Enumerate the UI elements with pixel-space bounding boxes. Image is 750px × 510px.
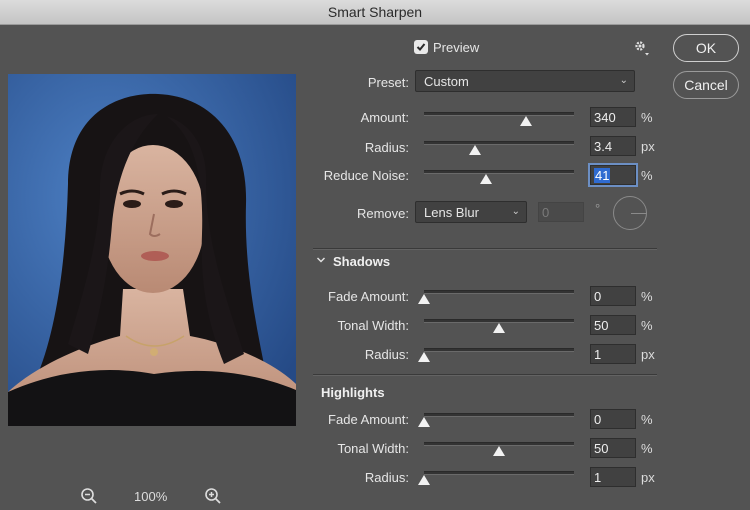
highlights-radius-slider-track[interactable] [424, 471, 574, 475]
shadows-tonal-width-unit: % [641, 318, 653, 333]
reduce-noise-slider-track[interactable] [424, 170, 574, 174]
shadows-tonal-width-label: Tonal Width: [337, 318, 409, 333]
shadows-radius-label: Radius: [364, 347, 409, 362]
chevron-down-icon[interactable] [316, 255, 326, 265]
zoom-out-icon[interactable] [80, 487, 98, 505]
radius-slider-track[interactable] [424, 141, 574, 145]
amount-slider-track[interactable] [424, 112, 574, 116]
highlights-fade-amount-slider-track[interactable] [424, 413, 574, 417]
radius-field[interactable]: 3.4 [590, 136, 636, 156]
zoom-controls: 100% [80, 487, 230, 507]
radius-value: 3.4 [594, 138, 613, 154]
preview-checkbox[interactable] [414, 40, 428, 54]
highlights-tonal-width-field[interactable]: 50 [590, 438, 636, 458]
highlights-fade-amount-slider-thumb[interactable] [418, 417, 430, 427]
divider [313, 374, 657, 376]
shadows-fade-amount-label: Fade Amount: [328, 289, 409, 304]
cancel-button[interactable]: Cancel [673, 71, 739, 99]
portrait-photo [8, 74, 296, 426]
shadows-radius-slider-thumb[interactable] [418, 352, 430, 362]
reduce-noise-field[interactable]: 41 [590, 165, 636, 185]
remove-value: Lens Blur [424, 204, 479, 220]
preset-select[interactable]: Custom ⌄ [415, 70, 635, 92]
chevron-down-icon: ⌄ [511, 206, 520, 217]
shadows-fade-amount-unit: % [641, 289, 653, 304]
shadows-radius-value: 1 [594, 346, 602, 362]
highlights-radius-unit: px [641, 470, 655, 485]
ok-button[interactable]: OK [673, 34, 739, 62]
remove-label: Remove: [356, 206, 409, 221]
reduce-noise-value: 41 [594, 167, 611, 183]
shadows-tonal-width-value: 50 [594, 317, 609, 333]
preview-label[interactable]: Preview [433, 40, 479, 55]
window-title: Smart Sharpen [327, 4, 423, 20]
highlights-fade-amount-unit: % [641, 412, 653, 427]
preset-value: Custom [424, 73, 469, 89]
highlights-fade-amount-value: 0 [594, 411, 602, 427]
reduce-noise-slider-thumb[interactable] [479, 174, 492, 184]
remove-select[interactable]: Lens Blur ⌄ [415, 201, 527, 223]
highlights-radius-slider-thumb[interactable] [418, 475, 430, 485]
angle-dial[interactable] [613, 196, 647, 230]
highlights-tonal-width-unit: % [641, 441, 653, 456]
highlights-radius-field[interactable]: 1 [590, 467, 636, 487]
highlights-tonal-width-slider-thumb[interactable] [493, 446, 505, 456]
reduce-noise-label: Reduce Noise: [323, 168, 409, 183]
amount-unit: % [641, 110, 653, 125]
shadows-fade-amount-field[interactable]: 0 [590, 286, 636, 306]
shadows-fade-amount-slider-track[interactable] [424, 290, 574, 294]
shadows-tonal-width-field[interactable]: 50 [590, 315, 636, 335]
reduce-noise-unit: % [641, 168, 653, 183]
angle-field[interactable]: 0 [538, 202, 584, 222]
shadows-fade-amount-value: 0 [594, 288, 602, 304]
radius-label: Radius: [364, 140, 409, 155]
gear-icon[interactable] [632, 38, 650, 56]
shadows-fade-amount-slider-thumb[interactable] [418, 294, 430, 304]
radius-slider-thumb[interactable] [469, 145, 481, 155]
shadows-title[interactable]: Shadows [333, 254, 390, 269]
angle-value: 0 [542, 204, 550, 220]
angle-unit: ° [595, 201, 601, 216]
highlights-tonal-width-value: 50 [594, 440, 609, 456]
shadows-radius-field[interactable]: 1 [590, 344, 636, 364]
preset-label: Preset: [367, 75, 409, 90]
zoom-level: 100% [134, 489, 168, 504]
divider [313, 248, 657, 250]
amount-slider-thumb[interactable] [520, 116, 532, 126]
shadows-tonal-width-slider-thumb[interactable] [493, 323, 505, 333]
highlights-title: Highlights [321, 385, 385, 400]
chevron-down-icon: ⌄ [619, 75, 628, 86]
preview-image[interactable] [8, 74, 296, 426]
window-titlebar: Smart Sharpen [0, 0, 750, 25]
radius-unit: px [641, 139, 655, 154]
checkmark-icon [416, 43, 426, 51]
zoom-in-icon[interactable] [204, 487, 222, 505]
amount-field[interactable]: 340 [590, 107, 636, 127]
shadows-radius-slider-track[interactable] [424, 348, 574, 352]
highlights-fade-amount-field[interactable]: 0 [590, 409, 636, 429]
amount-label: Amount: [360, 110, 409, 125]
highlights-fade-amount-label: Fade Amount: [328, 412, 409, 427]
highlights-tonal-width-label: Tonal Width: [337, 441, 409, 456]
amount-value: 340 [594, 109, 616, 125]
shadows-radius-unit: px [641, 347, 655, 362]
highlights-radius-value: 1 [594, 469, 602, 485]
highlights-radius-label: Radius: [364, 470, 409, 485]
